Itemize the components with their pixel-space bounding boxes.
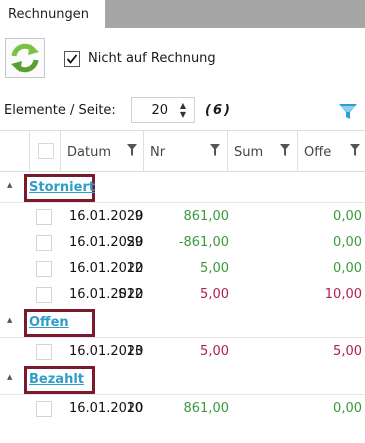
column-filter-icon[interactable] — [350, 144, 360, 156]
cell-nr: 9 — [134, 209, 143, 224]
expand-triangle-icon[interactable]: ▲ — [7, 181, 12, 189]
page-size-stepper[interactable]: 20 ▲ ▼ — [131, 97, 195, 123]
table-row[interactable]: 16.01.2020 10 861,00 0,00 — [0, 396, 365, 422]
checkmark-icon — [66, 54, 78, 64]
expand-triangle-icon[interactable]: ▲ — [7, 316, 12, 324]
column-header-offen[interactable]: Offe — [298, 131, 365, 172]
cell-sum: 5,00 — [200, 261, 229, 276]
grid-header: Datum Nr Sum Offe — [0, 130, 365, 172]
table-row[interactable]: 16.01.2020 S12 5,00 10,00 — [0, 282, 365, 308]
chevron-down-icon[interactable]: ▼ — [177, 110, 189, 120]
table-row[interactable]: 16.01.2020 9 861,00 0,00 — [0, 204, 365, 230]
select-all-checkbox[interactable] — [38, 143, 54, 159]
header-select-column — [30, 131, 61, 172]
nicht-auf-rechnung-checkbox[interactable] — [64, 51, 80, 67]
column-label: Offe — [304, 145, 332, 160]
invoice-grid: Datum Nr Sum Offe ▲ Storniert 16.01.2020… — [0, 130, 365, 443]
cell-sum: 5,00 — [200, 287, 229, 302]
cell-nr: 12 — [126, 261, 143, 276]
cell-open: 10,00 — [324, 287, 362, 302]
row-checkbox[interactable] — [36, 401, 52, 417]
cell-nr: 10 — [126, 401, 143, 416]
expand-triangle-icon[interactable]: ▲ — [7, 373, 12, 381]
cell-open: 0,00 — [333, 209, 362, 224]
column-label: Datum — [67, 145, 111, 160]
cell-sum: 861,00 — [183, 209, 230, 224]
table-row[interactable]: 16.01.2020 S9 -861,00 0,00 — [0, 230, 365, 256]
row-checkbox[interactable] — [36, 235, 52, 251]
refresh-button[interactable] — [5, 38, 45, 78]
cell-nr: S12 — [118, 287, 143, 302]
tab-bar: Rechnungen — [0, 0, 365, 29]
group-header-offen[interactable]: ▲ Offen — [0, 308, 365, 338]
column-filter-icon[interactable] — [280, 144, 290, 156]
cell-sum: 861,00 — [183, 401, 230, 416]
column-label: Sum — [234, 145, 264, 160]
column-header-datum[interactable]: Datum — [61, 131, 144, 172]
cell-open: 0,00 — [333, 261, 362, 276]
refresh-arrows-icon — [11, 43, 39, 73]
column-header-sum[interactable]: Sum — [228, 131, 298, 172]
cell-sum: -861,00 — [178, 235, 229, 250]
row-checkbox[interactable] — [36, 287, 52, 303]
column-header-nr[interactable]: Nr — [144, 131, 228, 172]
group-name: Offen — [29, 315, 69, 330]
group-header-bezahlt[interactable]: ▲ Bezahlt — [0, 365, 365, 395]
cell-open: 0,00 — [333, 235, 362, 250]
group-header-storniert[interactable]: ▲ Storniert — [0, 173, 365, 203]
table-row[interactable]: 16.01.2020 12 5,00 0,00 — [0, 256, 365, 282]
table-row[interactable]: 16.01.2020 13 5,00 5,00 — [0, 339, 365, 365]
tab-rechnungen[interactable]: Rechnungen — [0, 0, 105, 29]
pager: Elemente / Seite: 20 ▲ ▼ (6) — [0, 95, 365, 125]
cell-open: 5,00 — [333, 344, 362, 359]
toolbar: Nicht auf Rechnung — [0, 28, 365, 90]
filter-icon[interactable] — [337, 100, 359, 122]
group-name: Storniert — [29, 180, 96, 195]
nicht-auf-rechnung-label: Nicht auf Rechnung — [88, 51, 216, 66]
row-checkbox[interactable] — [36, 344, 52, 360]
cell-sum: 5,00 — [200, 344, 229, 359]
tab-label: Rechnungen — [8, 7, 90, 22]
column-filter-icon[interactable] — [210, 144, 220, 156]
header-expander-column — [0, 131, 30, 172]
group-name: Bezahlt — [29, 372, 84, 387]
row-checkbox[interactable] — [36, 209, 52, 225]
column-label: Nr — [150, 145, 166, 160]
cell-nr: 13 — [126, 344, 143, 359]
cell-nr: S9 — [126, 235, 143, 250]
item-count: (6) — [205, 103, 232, 118]
column-filter-icon[interactable] — [127, 144, 137, 156]
page-size-value[interactable]: 20 — [151, 103, 168, 118]
row-checkbox[interactable] — [36, 261, 52, 277]
cell-date: 16.01.2020 — [69, 209, 144, 224]
page-size-label: Elemente / Seite: — [4, 103, 116, 118]
cell-open: 0,00 — [333, 401, 362, 416]
